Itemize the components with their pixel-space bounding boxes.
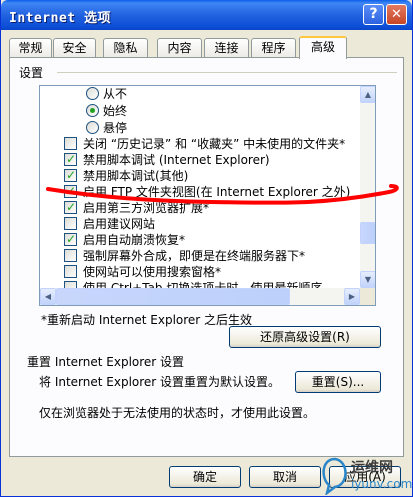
watermark-line2: iyunv.com — [351, 477, 413, 491]
red-annotation-stroke — [46, 184, 399, 205]
internet-options-dialog: Internet 选项 ? ✕ 常规 安全 隐私 内容 连接 程序 高级 设置 … — [0, 0, 413, 497]
watermark-line1: 运维网 — [351, 460, 393, 476]
watermark-logo-icon — [322, 457, 347, 495]
watermark: 运维网 iyunv.com — [301, 453, 413, 497]
tab-advanced[interactable]: 高级 — [299, 36, 347, 59]
